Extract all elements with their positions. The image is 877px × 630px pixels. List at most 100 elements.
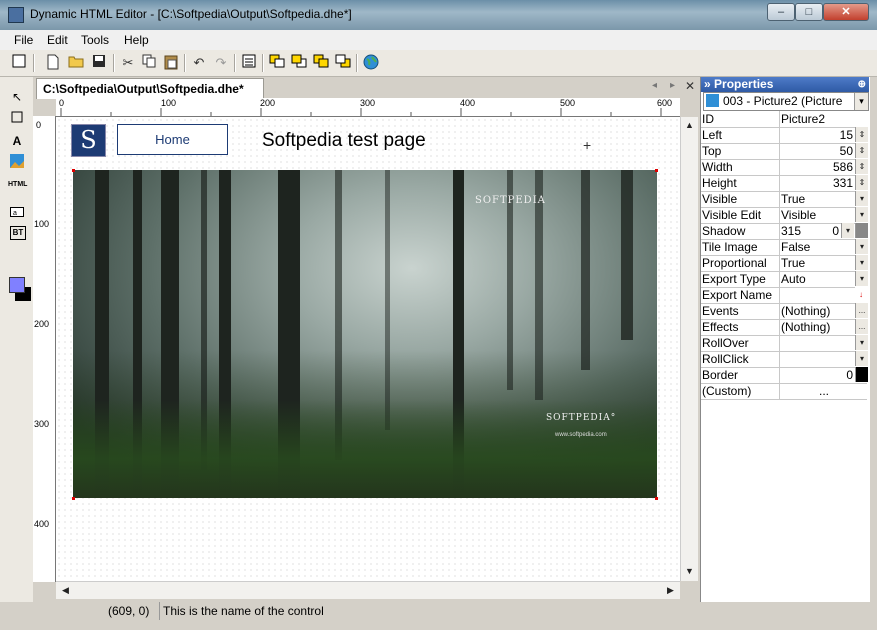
ellipsis-button[interactable]: ... — [855, 319, 868, 334]
text-tool-icon[interactable]: A — [8, 132, 26, 150]
send-backward-icon[interactable] — [334, 54, 352, 72]
home-button[interactable]: Home — [117, 124, 228, 155]
html-tool-icon[interactable]: HTML — [8, 176, 27, 194]
property-row-shadow[interactable]: Shadow 315 0 ▾ — [701, 223, 868, 240]
horizontal-scrollbar[interactable]: ◀ ▶ — [56, 581, 680, 599]
property-value[interactable]: True — [781, 255, 853, 271]
object-selector[interactable]: 003 - Picture2 (Picture ▾ — [703, 92, 869, 111]
menu-help[interactable]: Help — [124, 33, 149, 47]
tab-scroll-right-icon[interactable]: ▸ — [670, 80, 675, 91]
resize-handle[interactable] — [655, 497, 658, 500]
new-page-icon[interactable] — [10, 54, 28, 72]
property-row-width[interactable]: Width 586 ⇕ — [701, 159, 868, 176]
property-value[interactable]: 586 — [781, 159, 853, 175]
chevron-down-icon[interactable]: ▾ — [855, 351, 868, 366]
button-tool-icon[interactable]: BT — [10, 226, 26, 240]
spin-arrows-icon[interactable]: ⇕ — [855, 159, 868, 174]
property-value[interactable]: Picture2 — [781, 111, 853, 127]
property-row-export-name[interactable]: Export Name ↓ — [701, 287, 867, 304]
bring-forward-icon[interactable] — [312, 54, 330, 72]
property-row-top[interactable]: Top 50 ⇕ — [701, 143, 868, 160]
property-value[interactable]: 0 — [781, 367, 853, 383]
property-row-height[interactable]: Height 331 ⇕ — [701, 175, 868, 192]
resize-handle[interactable] — [72, 169, 75, 172]
property-value[interactable] — [781, 335, 853, 351]
shadow-color-swatch[interactable] — [855, 223, 868, 238]
scroll-up-icon[interactable]: ▲ — [682, 118, 697, 133]
chevron-down-icon[interactable]: ▾ — [855, 335, 868, 350]
resize-handle[interactable] — [655, 169, 658, 172]
resize-handle[interactable] — [72, 497, 75, 500]
property-row-events[interactable]: Events (Nothing)... — [701, 303, 868, 320]
chevron-down-icon[interactable]: ▾ — [855, 207, 868, 222]
property-value[interactable]: Visible — [781, 207, 853, 223]
spin-arrows-icon[interactable]: ⇕ — [855, 127, 868, 142]
chevron-down-icon[interactable]: ▾ — [855, 255, 868, 270]
document-close-icon[interactable]: ✕ — [685, 79, 695, 93]
property-value[interactable]: (Nothing) — [781, 303, 853, 319]
chevron-down-icon[interactable]: ▾ — [841, 223, 854, 238]
scroll-down-icon[interactable]: ▼ — [682, 564, 697, 579]
property-value[interactable]: 331 — [781, 175, 853, 191]
property-row-custom[interactable]: (Custom)... — [701, 383, 867, 400]
spin-arrows-icon[interactable]: ⇕ — [855, 143, 868, 158]
image-tool-icon[interactable] — [8, 154, 26, 172]
property-value[interactable]: (Nothing) — [781, 319, 853, 335]
property-row-rollover[interactable]: RollOver ▾ — [701, 335, 868, 352]
menu-edit[interactable]: Edit — [47, 33, 68, 47]
property-row-proportional[interactable]: Proportional True ▾ — [701, 255, 868, 272]
menu-file[interactable]: File — [14, 33, 33, 47]
close-button[interactable]: ✕ — [823, 3, 869, 21]
rectangle-tool-icon[interactable] — [8, 110, 26, 128]
send-back-icon[interactable] — [290, 54, 308, 72]
forest-picture[interactable] — [73, 170, 657, 498]
property-row-visible-edit[interactable]: Visible Edit Visible ▾ — [701, 207, 868, 224]
copy-icon[interactable] — [140, 54, 158, 72]
collapse-icon[interactable]: » — [701, 77, 711, 91]
chevron-down-icon[interactable]: ▾ — [855, 191, 868, 206]
save-icon[interactable] — [90, 54, 108, 72]
property-value[interactable] — [781, 351, 853, 367]
tab-scroll-left-icon[interactable]: ◂ — [652, 80, 657, 91]
properties-icon[interactable] — [240, 54, 258, 72]
property-value[interactable]: True — [781, 191, 853, 207]
property-row-tile-image[interactable]: Tile Image False ▾ — [701, 239, 868, 256]
logo-image[interactable]: S — [71, 124, 106, 157]
property-value-secondary[interactable]: 0 — [819, 223, 839, 239]
property-row-id[interactable]: ID Picture2 — [701, 111, 867, 128]
chevron-down-icon[interactable]: ▾ — [854, 93, 868, 110]
foreground-color-swatch[interactable] — [9, 277, 25, 293]
property-row-left[interactable]: Left 15 ⇕ — [701, 127, 868, 144]
spin-arrows-icon[interactable]: ⇕ — [855, 175, 868, 190]
property-value[interactable]: 315 — [781, 223, 811, 239]
document-tab[interactable]: C:\Softpedia\Output\Softpedia.dhe* — [36, 78, 264, 99]
chevron-down-icon[interactable]: ▾ — [855, 239, 868, 254]
page-title-text[interactable]: Softpedia test page — [262, 130, 426, 152]
property-row-border[interactable]: Border 0 — [701, 367, 868, 384]
property-value[interactable]: Auto — [781, 271, 853, 287]
property-value[interactable]: False — [781, 239, 853, 255]
property-row-effects[interactable]: Effects (Nothing)... — [701, 319, 868, 336]
ellipsis-button[interactable]: ... — [855, 303, 868, 318]
property-row-visible[interactable]: Visible True ▾ — [701, 191, 868, 208]
preview-globe-icon[interactable] — [362, 54, 380, 72]
pointer-tool-icon[interactable]: ↖ — [8, 88, 26, 106]
property-value[interactable]: 15 — [781, 127, 853, 143]
menu-tools[interactable]: Tools — [81, 33, 109, 47]
vertical-scrollbar[interactable]: ▲ ▼ — [680, 117, 698, 581]
border-color-swatch[interactable] — [855, 367, 868, 382]
maximize-button[interactable]: □ — [795, 3, 823, 21]
property-row-export-type[interactable]: Export Type Auto ▾ — [701, 271, 868, 288]
property-row-rollclick[interactable]: RollClick ▾ — [701, 351, 868, 368]
chevron-down-icon[interactable]: ▾ — [855, 271, 868, 286]
redo-icon[interactable]: ↷ — [212, 54, 230, 72]
open-folder-icon[interactable] — [67, 54, 85, 72]
undo-icon[interactable]: ↶ — [190, 54, 208, 72]
arrow-down-icon[interactable]: ↓ — [855, 287, 867, 302]
scroll-right-icon[interactable]: ▶ — [663, 583, 678, 598]
form-field-tool-icon[interactable]: a — [8, 204, 26, 222]
minimize-button[interactable]: – — [767, 3, 795, 21]
scroll-left-icon[interactable]: ◀ — [58, 583, 73, 598]
property-value[interactable]: ... — [781, 383, 867, 399]
pin-icon[interactable]: ⊕ — [858, 77, 866, 92]
